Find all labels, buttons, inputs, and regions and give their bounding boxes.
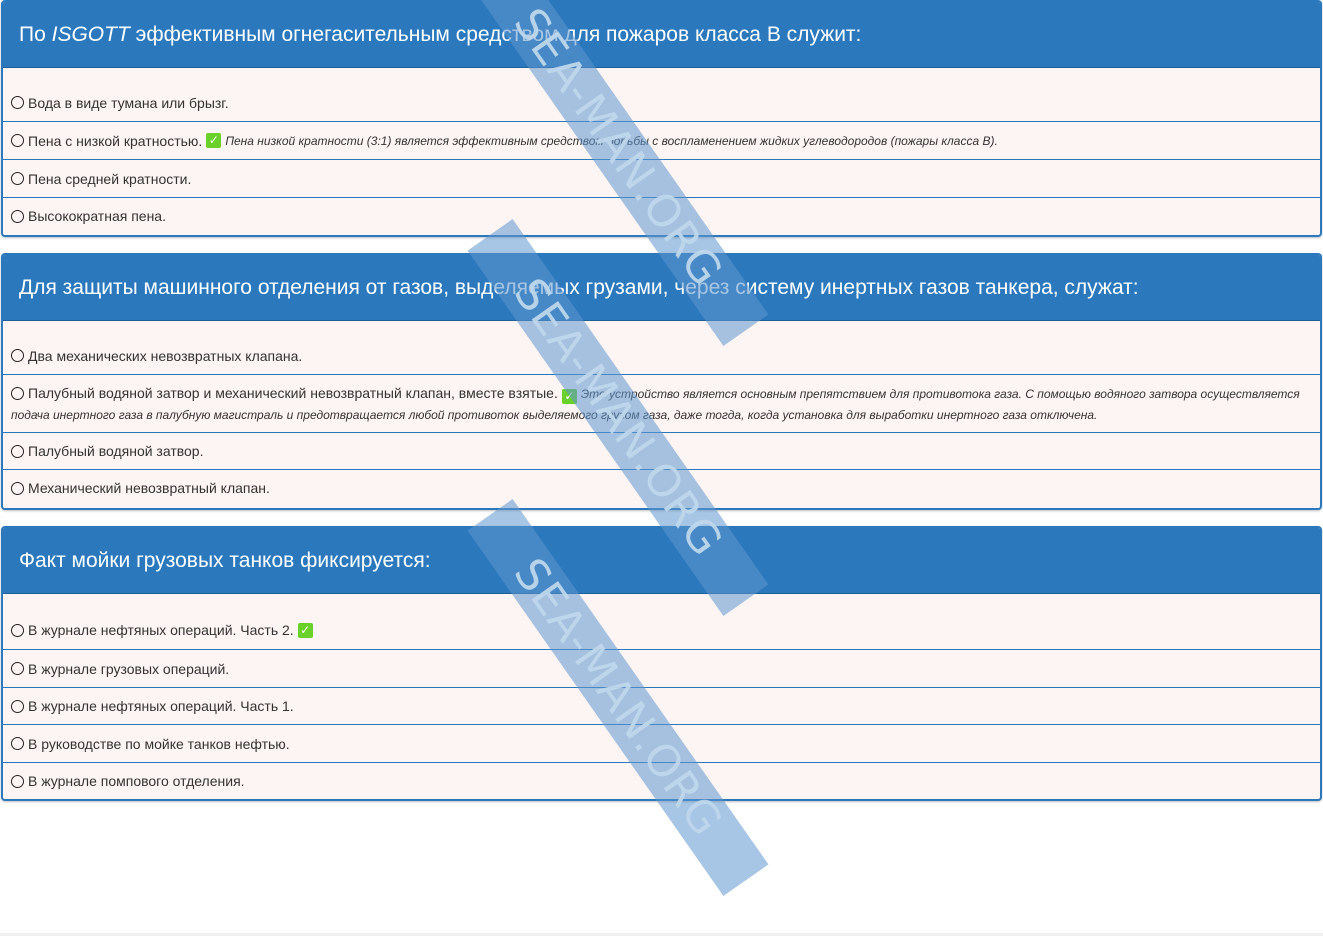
radio-button[interactable] [11,96,24,109]
answer-label: В журнале грузовых операций. [28,660,230,677]
answer-label: Палубный водяной затвор и механический н… [28,385,558,401]
radio-button[interactable] [11,387,24,400]
radio-button[interactable] [11,481,24,495]
answer-option[interactable]: Палубный водяной затвор. [3,432,1320,469]
answer-label: Механический невозвратный клапан. [28,480,270,496]
answer-explanation: Пена низкой кратности (3:1) является эфф… [225,133,998,148]
radio-button[interactable] [11,444,24,458]
correct-check-icon: ✓ [206,133,222,148]
radio-button[interactable] [11,623,24,637]
radio-button[interactable] [11,349,24,362]
question-title: Для защиты машинного отделения от газов,… [3,255,1320,321]
correct-check-icon: ✓ [297,622,313,638]
question-card-1: По ISGOTT эффективным огнегасительным ср… [1,0,1322,237]
answer-option[interactable]: Вода в виде тумана или брызг. [3,84,1320,121]
answer-option[interactable]: Палубный водяной затвор и механический н… [3,374,1320,432]
question-title: Факт мойки грузовых танков фиксируется: [3,528,1320,594]
answer-option[interactable]: В журнале помпового отделения. [3,762,1320,799]
radio-button[interactable] [11,662,24,675]
answer-option[interactable]: Два механических невозвратных клапана. [3,337,1320,374]
answer-label: Пена средней кратности. [28,170,192,187]
answer-option[interactable]: Пена с низкой кратностью. ✓ Пена низкой … [3,121,1320,159]
radio-button[interactable] [11,774,24,788]
answer-label: Вода в виде тумана или брызг. [28,94,229,111]
answer-option[interactable]: Механический невозвратный клапан. [3,469,1320,506]
answer-option[interactable]: Пена средней кратности. [3,159,1320,197]
answer-label: В журнале помпового отделения. [28,773,245,789]
answer-label: В журнале нефтяных операций. Часть 2. [28,622,294,638]
question-card-3: Факт мойки грузовых танков фиксируется: … [1,526,1322,801]
radio-button[interactable] [11,134,24,147]
answer-label: В руководстве по мойке танков нефтью. [28,735,290,752]
question-card-2: Для защиты машинного отделения от газов,… [1,253,1322,510]
radio-button[interactable] [11,699,24,713]
correct-check-icon: ✓ [561,389,577,404]
answer-option[interactable]: В руководстве по мойке танков нефтью. [3,724,1320,762]
radio-button[interactable] [11,172,24,185]
answer-label: В журнале нефтяных операций. Часть 1. [28,698,294,714]
answer-label: Пена с низкой кратностью. [28,132,203,149]
answer-option[interactable]: Высокократная пена. [3,197,1320,234]
radio-button[interactable] [11,209,24,223]
answer-option[interactable]: В журнале нефтяных операций. Часть 1. [3,687,1320,724]
answer-label: Два механических невозвратных клапана. [28,347,303,364]
answer-label: Высокократная пена. [28,208,166,224]
radio-button[interactable] [11,737,24,750]
answer-option[interactable]: В журнале нефтяных операций. Часть 2. ✓ [3,611,1320,649]
question-title: По ISGOTT эффективным огнегасительным ср… [3,2,1320,68]
answer-option[interactable]: В журнале грузовых операций. [3,649,1320,687]
answer-label: Палубный водяной затвор. [28,443,204,459]
